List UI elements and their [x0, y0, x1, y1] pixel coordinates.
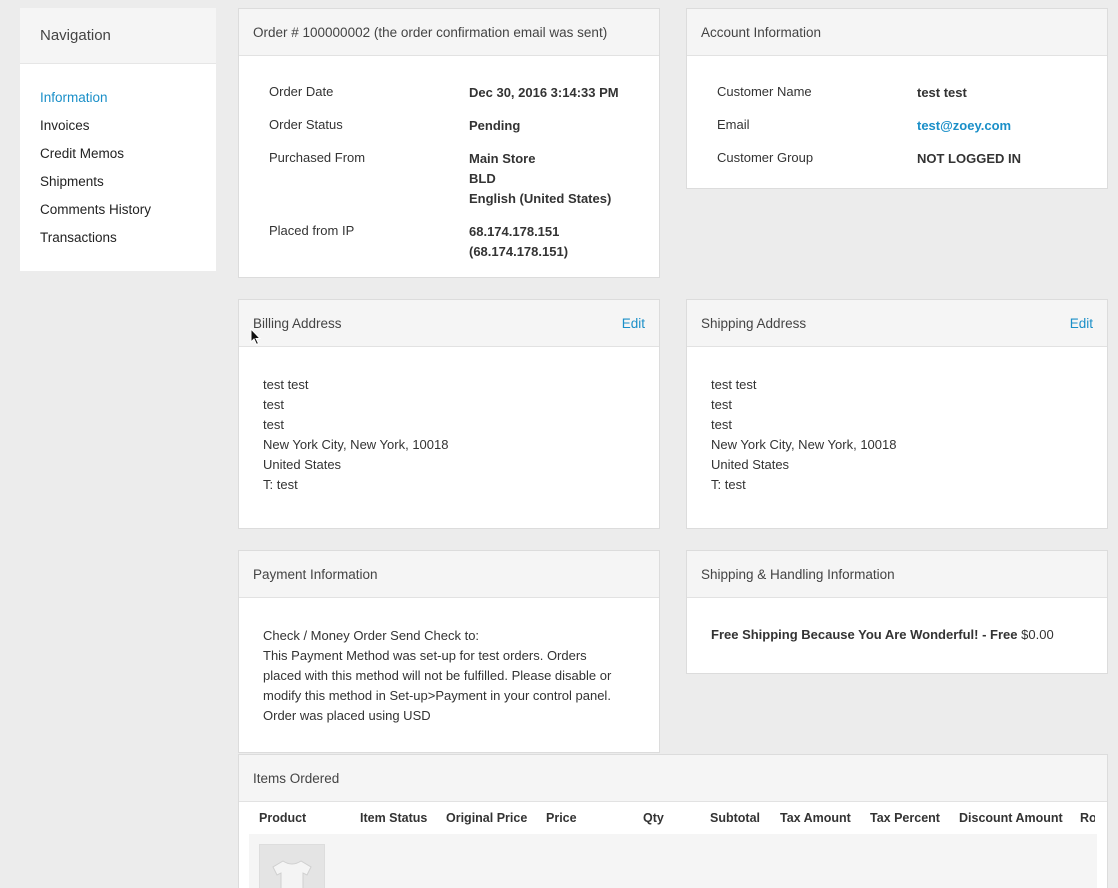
table-row — [249, 834, 1097, 888]
order-status-label: Order Status — [269, 117, 343, 132]
purchased-site: BLD — [469, 171, 496, 186]
shipping-method: Free Shipping Because You Are Wonderful!… — [687, 598, 1107, 671]
column-discount-amount: Discount Amount — [959, 811, 1063, 825]
column-qty: Qty — [643, 811, 664, 825]
billing-address-panel: Billing Address Edit test test test test… — [238, 299, 660, 529]
payment-line: Check / Money Order Send Check to: — [263, 628, 480, 643]
payment-line: placed with this method will not be fulf… — [263, 668, 612, 683]
shipping-line: New York City, New York, 10018 — [711, 437, 897, 452]
navigation-panel: Navigation Information Invoices Credit M… — [20, 8, 216, 271]
items-ordered-panel: Items Ordered Product Item Status Origin… — [238, 754, 1108, 888]
customer-name-value: test test — [917, 85, 967, 100]
navigation-list: Information Invoices Credit Memos Shipme… — [20, 64, 216, 258]
payment-information-title: Payment Information — [253, 566, 378, 582]
mouse-cursor-icon — [250, 328, 262, 346]
shipping-address-title: Shipping Address — [701, 315, 807, 331]
shipping-line: test — [711, 417, 732, 432]
account-title: Account Information — [687, 9, 1107, 56]
shipping-edit-link[interactable]: Edit — [1070, 316, 1093, 331]
column-row-total: Ro — [1080, 811, 1095, 825]
payment-line: Order was placed using USD — [263, 708, 431, 723]
items-table-header: Product Item Status Original Price Price… — [249, 802, 1097, 834]
order-status-value: Pending — [469, 118, 521, 133]
order-title-text: Order # 100000002 (the order confirmatio… — [253, 24, 608, 40]
column-price: Price — [546, 811, 577, 825]
nav-item-shipments[interactable]: Shipments — [40, 174, 196, 202]
account-title-text: Account Information — [701, 24, 822, 40]
billing-line: test — [263, 417, 284, 432]
account-panel: Account Information Customer Name test te… — [686, 8, 1108, 189]
shipping-handling-panel: Shipping & Handling Information Free Shi… — [686, 550, 1108, 674]
billing-line: T: test — [263, 477, 298, 492]
column-tax-amount: Tax Amount — [780, 811, 851, 825]
nav-item-credit-memos[interactable]: Credit Memos — [40, 146, 196, 174]
product-thumbnail[interactable] — [259, 844, 325, 888]
shipping-method-price: $0.00 — [1021, 627, 1054, 642]
column-item-status: Item Status — [360, 811, 428, 825]
navigation-title: Navigation — [20, 8, 216, 64]
items-ordered-header: Items Ordered — [239, 755, 1107, 802]
shipping-method-name: Free Shipping Because You Are Wonderful!… — [711, 627, 1018, 642]
customer-group-label: Customer Group — [717, 150, 814, 165]
shipping-line: United States — [711, 457, 790, 472]
shipping-handling-header: Shipping & Handling Information — [687, 551, 1107, 598]
shipping-line: test test — [711, 377, 757, 392]
purchased-from-value: Main Store BLD English (United States) — [469, 149, 611, 209]
purchased-from-label: Purchased From — [269, 150, 366, 165]
shipping-address-text: test test test test New York City, New Y… — [687, 347, 1107, 523]
billing-line: United States — [263, 457, 342, 472]
billing-address-title: Billing Address — [253, 315, 342, 331]
order-title: Order # 100000002 (the order confirmatio… — [239, 9, 659, 56]
shipping-handling-title: Shipping & Handling Information — [701, 566, 895, 582]
nav-item-transactions[interactable]: Transactions — [40, 230, 196, 258]
shipping-address-header: Shipping Address Edit — [687, 300, 1107, 347]
placed-ip-line-2: (68.174.178.151) — [469, 244, 569, 259]
shipping-line: test — [711, 397, 732, 412]
shipping-address-panel: Shipping Address Edit test test test tes… — [686, 299, 1108, 529]
billing-line: test test — [263, 377, 309, 392]
payment-line: This Payment Method was set-up for test … — [263, 648, 587, 663]
column-subtotal: Subtotal — [710, 811, 760, 825]
purchased-store: Main Store — [469, 151, 536, 166]
billing-edit-link[interactable]: Edit — [622, 316, 645, 331]
billing-line: test — [263, 397, 284, 412]
customer-group-value: NOT LOGGED IN — [917, 151, 1021, 166]
nav-item-invoices[interactable]: Invoices — [40, 118, 196, 146]
payment-line: modify this method in Set-up>Payment in … — [263, 688, 611, 703]
order-date-label: Order Date — [269, 84, 334, 99]
column-tax-percent: Tax Percent — [870, 811, 940, 825]
shipping-line: T: test — [711, 477, 746, 492]
placed-ip-label: Placed from IP — [269, 223, 355, 238]
billing-address-text: test test test test New York City, New Y… — [239, 347, 659, 523]
column-product: Product — [259, 811, 307, 825]
items-table: Product Item Status Original Price Price… — [249, 802, 1097, 888]
nav-item-comments-history[interactable]: Comments History — [40, 202, 196, 230]
placed-ip-line-1: 68.174.178.151 — [469, 224, 560, 239]
payment-information-header: Payment Information — [239, 551, 659, 598]
items-ordered-title: Items Ordered — [253, 770, 340, 786]
billing-line: New York City, New York, 10018 — [263, 437, 449, 452]
email-label: Email — [717, 117, 750, 132]
payment-information-text: Check / Money Order Send Check to: This … — [239, 598, 659, 754]
purchased-language: English (United States) — [469, 191, 612, 206]
column-original-price: Original Price — [446, 811, 528, 825]
order-date-value: Dec 30, 2016 3:14:33 PM — [469, 85, 619, 100]
customer-name-label: Customer Name — [717, 84, 812, 99]
email-link[interactable]: test@zoey.com — [917, 116, 1011, 136]
order-panel: Order # 100000002 (the order confirmatio… — [238, 8, 660, 278]
billing-address-header: Billing Address Edit — [239, 300, 659, 347]
payment-information-panel: Payment Information Check / Money Order … — [238, 550, 660, 753]
nav-item-information[interactable]: Information — [40, 90, 196, 118]
tshirt-icon — [272, 860, 312, 888]
placed-ip-value: 68.174.178.151 (68.174.178.151) — [469, 222, 568, 262]
